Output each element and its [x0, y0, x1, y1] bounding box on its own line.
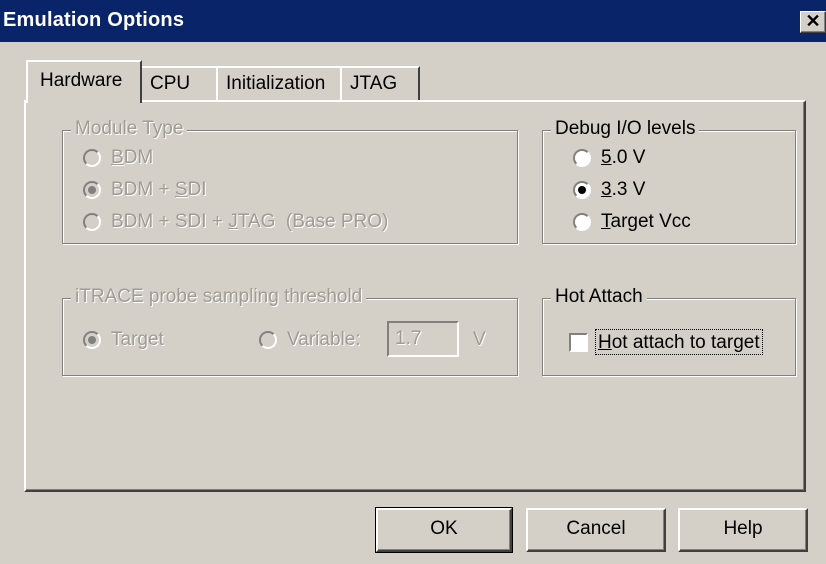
checkbox-icon	[569, 333, 588, 352]
cancel-button[interactable]: Cancel	[526, 508, 666, 552]
itrace-variable-input: 1.7	[387, 321, 459, 357]
radio-icon	[83, 149, 101, 167]
debug-io-group: Debug I/O levels 5.0 V 3.3 V Target Vcc	[542, 118, 796, 244]
debug-io-5v-radio[interactable]: 5.0 V	[573, 145, 713, 171]
close-icon: ✕	[805, 11, 821, 31]
hot-attach-checkbox[interactable]: Hot attach to target	[569, 329, 789, 355]
itrace-variable-radio: Variable:	[259, 327, 379, 353]
title-bar: Emulation Options ✕	[0, 0, 826, 42]
radio-icon	[573, 213, 591, 231]
radio-icon	[259, 331, 277, 349]
tab-jtag[interactable]: JTAG	[340, 66, 420, 100]
module-bdm-sdi-jtag-radio: BDM + SDI + JTAG (Base PRO)	[83, 209, 503, 235]
module-bdm-radio: BDM	[83, 145, 283, 171]
itrace-unit-label: V	[473, 329, 486, 350]
radio-icon	[573, 149, 591, 167]
tab-initialization[interactable]: Initialization	[216, 66, 342, 100]
tab-label: Initialization	[226, 73, 326, 94]
itrace-target-radio: Target	[83, 327, 203, 353]
hot-attach-label: Hot attach to target	[595, 329, 763, 355]
itrace-legend: iTRACE probe sampling threshold	[71, 286, 367, 308]
tab-cpu[interactable]: CPU	[140, 66, 218, 100]
radio-icon	[573, 181, 591, 199]
hot-attach-group: Hot Attach Hot attach to target	[542, 286, 796, 376]
radio-icon	[83, 181, 101, 199]
debug-io-target-vcc-radio[interactable]: Target Vcc	[573, 209, 733, 235]
window-title: Emulation Options	[3, 9, 185, 31]
tab-label: CPU	[150, 73, 191, 94]
hot-attach-legend: Hot Attach	[551, 286, 647, 308]
tab-label: JTAG	[350, 73, 398, 94]
help-button[interactable]: Help	[678, 508, 808, 552]
debug-io-legend: Debug I/O levels	[551, 118, 700, 140]
radio-icon	[83, 331, 101, 349]
close-button[interactable]: ✕	[800, 11, 826, 33]
module-bdm-sdi-radio: BDM + SDI	[83, 177, 333, 203]
module-type-legend: Module Type	[71, 118, 188, 140]
module-type-group: Module Type BDM BDM + SDI BDM + SDI + JT…	[62, 118, 518, 244]
radio-icon	[83, 213, 101, 231]
tab-hardware[interactable]: Hardware	[26, 60, 142, 103]
ok-button[interactable]: OK	[375, 507, 513, 553]
itrace-group: iTRACE probe sampling threshold Target V…	[62, 286, 518, 376]
tab-label: Hardware	[40, 70, 123, 91]
debug-io-3v3-radio[interactable]: 3.3 V	[573, 177, 713, 203]
